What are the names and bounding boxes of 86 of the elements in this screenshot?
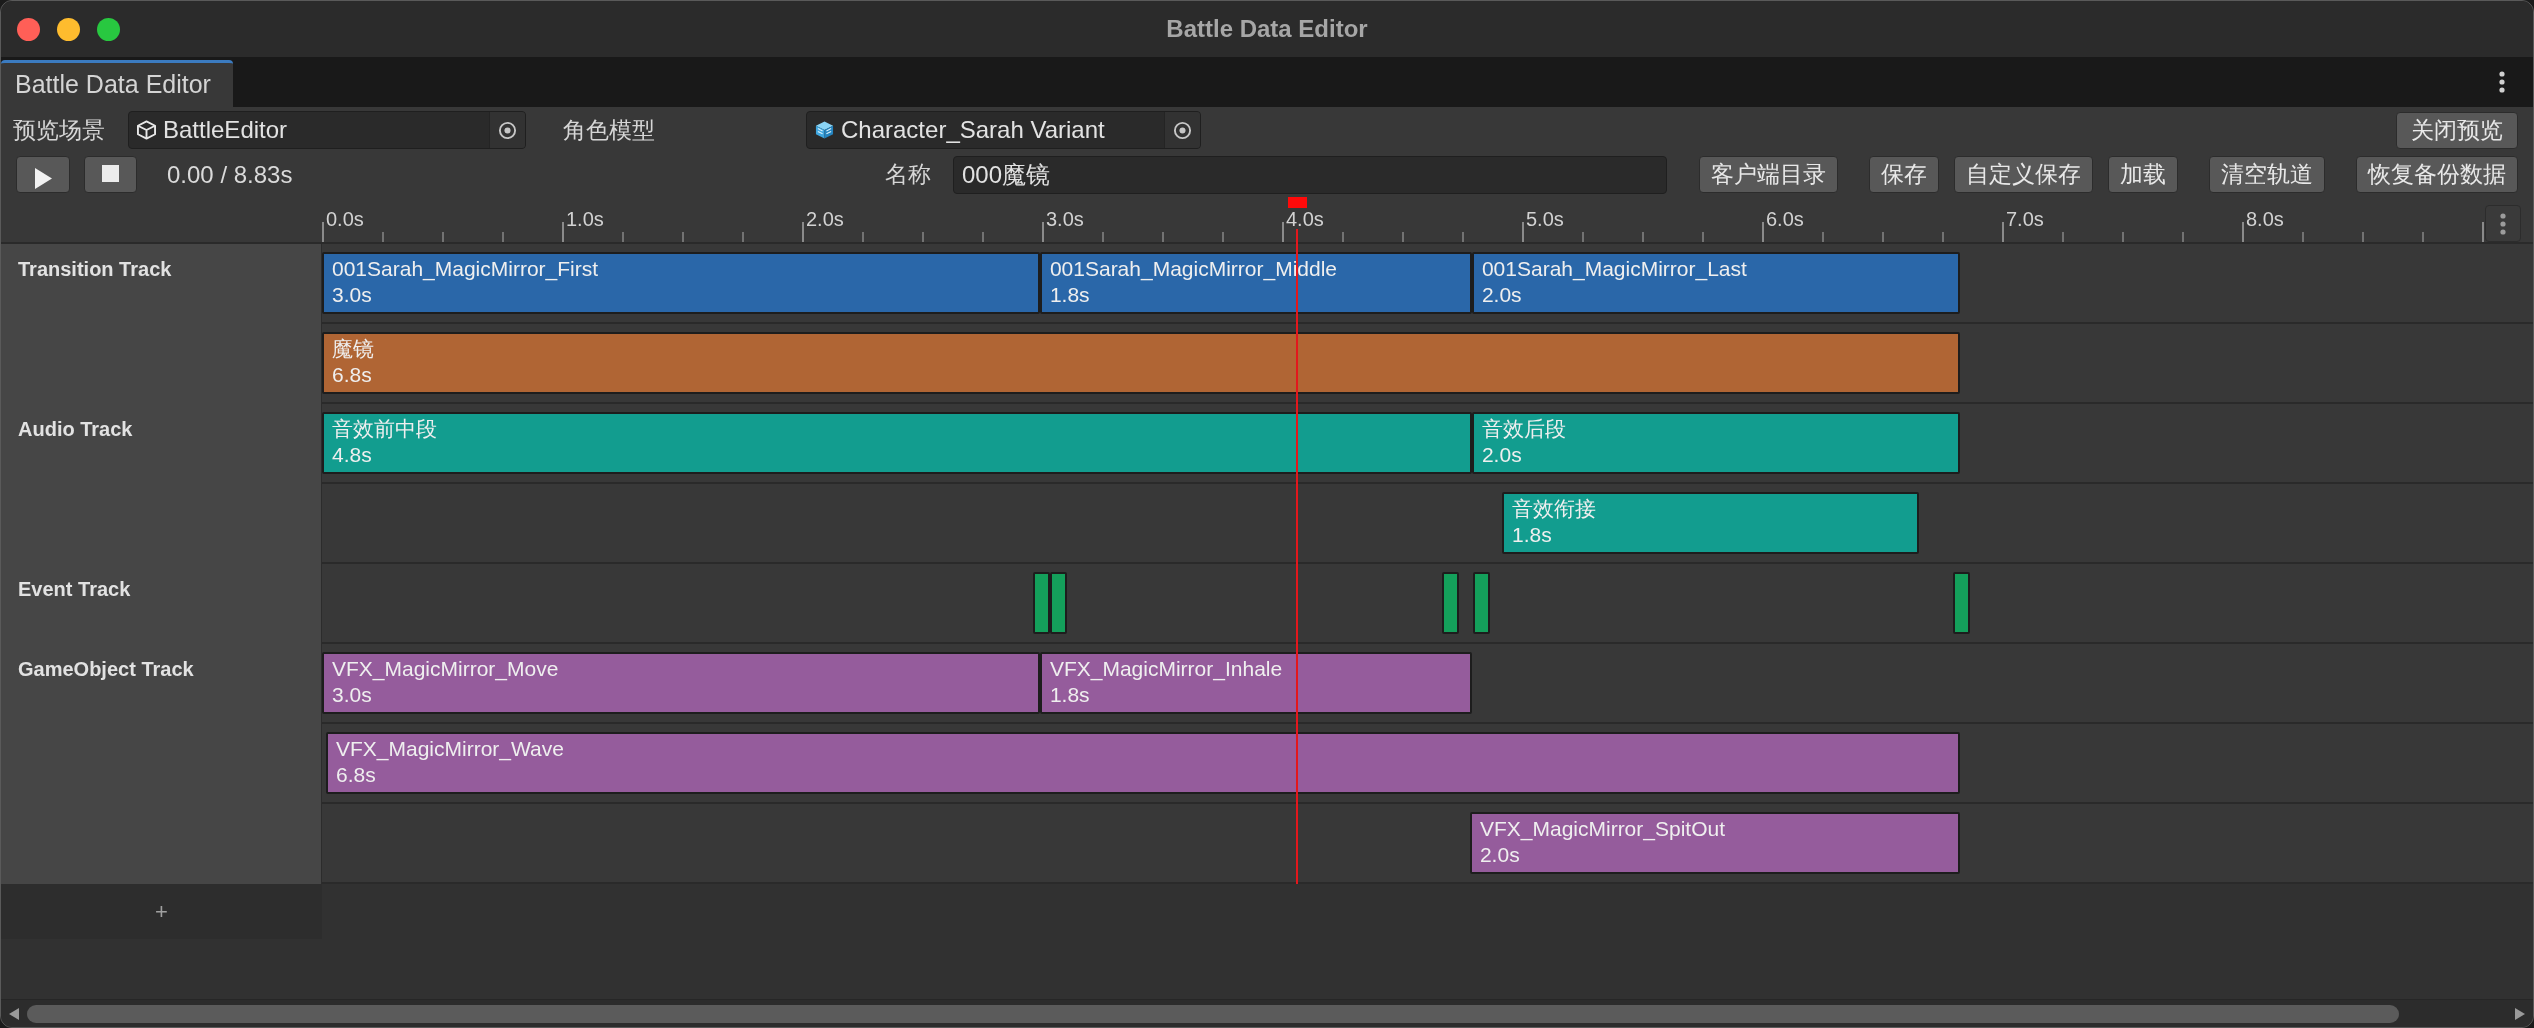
clip-duration: 4.8s bbox=[332, 442, 373, 468]
clip-duration: 1.8s bbox=[1049, 682, 1091, 708]
editor-tab[interactable]: Battle Data Editor bbox=[1, 60, 233, 107]
toolbar-button[interactable]: 保存 bbox=[1869, 156, 1939, 193]
time-tick-label: 7.0s bbox=[2006, 208, 2044, 230]
stop-button[interactable] bbox=[84, 156, 137, 193]
time-tick-label: 4.0s bbox=[1286, 208, 1324, 230]
time-tick-label: 2.0s bbox=[806, 208, 844, 230]
field-label: 角色模型 bbox=[563, 115, 656, 145]
target-icon bbox=[1173, 120, 1192, 140]
toolbar-button[interactable]: 清空轨道 bbox=[2209, 156, 2325, 193]
toolbar-button[interactable]: 加载 bbox=[2108, 156, 2178, 193]
scroll-left-icon[interactable] bbox=[9, 1007, 19, 1020]
event-marker[interactable] bbox=[1032, 572, 1050, 634]
timeline-clip[interactable]: 001Sarah_MagicMirror_First 3.0s bbox=[322, 252, 1040, 314]
scroll-right-icon[interactable] bbox=[2515, 1007, 2525, 1020]
clip-duration: 3.0s bbox=[332, 682, 373, 708]
object-field[interactable]: Character_Sarah Variant bbox=[806, 111, 1201, 149]
time-tick-label: 0.0s bbox=[326, 208, 364, 230]
cube-icon bbox=[137, 120, 156, 140]
event-marker[interactable] bbox=[1441, 572, 1459, 634]
clip-name: VFX_MagicMirror_Move bbox=[332, 656, 560, 682]
timeline-clip[interactable]: VFX_MagicMirror_Move 3.0s bbox=[322, 652, 1040, 714]
maximize-icon[interactable] bbox=[97, 17, 120, 41]
time-ruler[interactable]: 0.0s 1.0s 2.0s 3.0s 4.0s 5.0s 6.0s 7.0s 8.0s bbox=[322, 197, 2533, 244]
clip-name: 音效前中段 bbox=[332, 416, 438, 442]
clip-name: VFX_MagicMirror_SpitOut bbox=[1479, 816, 1726, 842]
close-icon[interactable] bbox=[17, 17, 40, 41]
clip-duration: 1.8s bbox=[1049, 282, 1091, 308]
clip-duration: 1.8s bbox=[1512, 522, 1553, 548]
clip-duration: 6.8s bbox=[332, 362, 373, 388]
clip-duration: 2.0s bbox=[1481, 282, 1523, 308]
time-display: 0.00 / 8.83s bbox=[167, 159, 293, 190]
time-tick-label: 3.0s bbox=[1046, 208, 1084, 230]
clip-name: 001Sarah_MagicMirror_Last bbox=[1481, 256, 1748, 282]
track-label: Event Track bbox=[18, 578, 131, 600]
timeline-clip[interactable]: 001Sarah_MagicMirror_Last 2.0s bbox=[1471, 252, 1960, 314]
timeline-clip[interactable]: VFX_MagicMirror_SpitOut 2.0s bbox=[1469, 812, 1960, 874]
clip-duration: 3.0s bbox=[332, 282, 373, 308]
timeline-clip[interactable]: VFX_MagicMirror_Wave 6.8s bbox=[325, 732, 1960, 794]
add-track-button[interactable]: + bbox=[1, 884, 322, 939]
event-marker[interactable] bbox=[1473, 572, 1491, 634]
clip-name: 音效衔接 bbox=[1512, 496, 1597, 522]
timeline-clip[interactable]: 音效前中段 4.8s bbox=[322, 412, 1472, 474]
timeline-clip[interactable]: 音效后段 2.0s bbox=[1471, 412, 1960, 474]
cube-icon bbox=[815, 120, 834, 140]
clip-duration: 2.0s bbox=[1479, 842, 1521, 868]
play-icon bbox=[34, 168, 52, 189]
timeline-clip[interactable]: VFX_MagicMirror_Inhale 1.8s bbox=[1039, 652, 1472, 714]
object-picker-button[interactable] bbox=[489, 112, 525, 148]
kebab-menu-icon[interactable] bbox=[2499, 71, 2505, 93]
ruler-menu-button[interactable] bbox=[2485, 205, 2521, 242]
toolbar-button[interactable]: 恢复备份数据 bbox=[2356, 156, 2518, 193]
time-tick-label: 1.0s bbox=[566, 208, 604, 230]
time-tick-label: 8.0s bbox=[2246, 208, 2284, 230]
toolbar-button[interactable]: 客户端目录 bbox=[1699, 156, 1838, 193]
field-label: 预览场景 bbox=[13, 115, 106, 145]
object-picker-button[interactable] bbox=[1164, 112, 1200, 148]
kebab-menu-icon bbox=[2500, 212, 2506, 235]
window-title: Battle Data Editor bbox=[1166, 14, 1368, 44]
clip-name: 001Sarah_MagicMirror_First bbox=[332, 256, 600, 282]
minimize-icon[interactable] bbox=[57, 17, 80, 41]
clip-name: VFX_MagicMirror_Inhale bbox=[1049, 656, 1284, 682]
close-preview-button[interactable]: 关闭预览 bbox=[2396, 111, 2518, 149]
track-label: Transition Track bbox=[18, 258, 172, 280]
clip-duration: 2.0s bbox=[1481, 442, 1523, 468]
stop-icon bbox=[102, 164, 119, 182]
time-tick-label: 6.0s bbox=[1766, 208, 1804, 230]
timeline-clip[interactable]: 音效衔接 1.8s bbox=[1502, 492, 1919, 554]
toolbar-button[interactable]: 自定义保存 bbox=[1954, 156, 2093, 193]
clip-name: 音效后段 bbox=[1481, 416, 1567, 442]
play-button[interactable] bbox=[16, 156, 70, 193]
timeline-clip[interactable]: 魔镜 6.8s bbox=[322, 332, 1960, 394]
track-label: Audio Track bbox=[18, 418, 133, 440]
clip-name: VFX_MagicMirror_Wave bbox=[335, 736, 565, 762]
track-label: GameObject Track bbox=[18, 658, 194, 680]
scrollbar-thumb[interactable] bbox=[27, 1004, 2399, 1023]
time-tick-label: 5.0s bbox=[1526, 208, 1564, 230]
clip-duration: 6.8s bbox=[335, 762, 377, 788]
playhead[interactable] bbox=[1287, 197, 1307, 208]
object-field[interactable]: BattleEditor bbox=[128, 111, 526, 149]
clip-name: 魔镜 bbox=[332, 336, 375, 362]
field-label: 名称 bbox=[885, 160, 931, 190]
name-field[interactable]: 000魔镜 bbox=[953, 155, 1667, 194]
event-marker[interactable] bbox=[1953, 572, 1971, 634]
target-icon bbox=[498, 120, 517, 140]
